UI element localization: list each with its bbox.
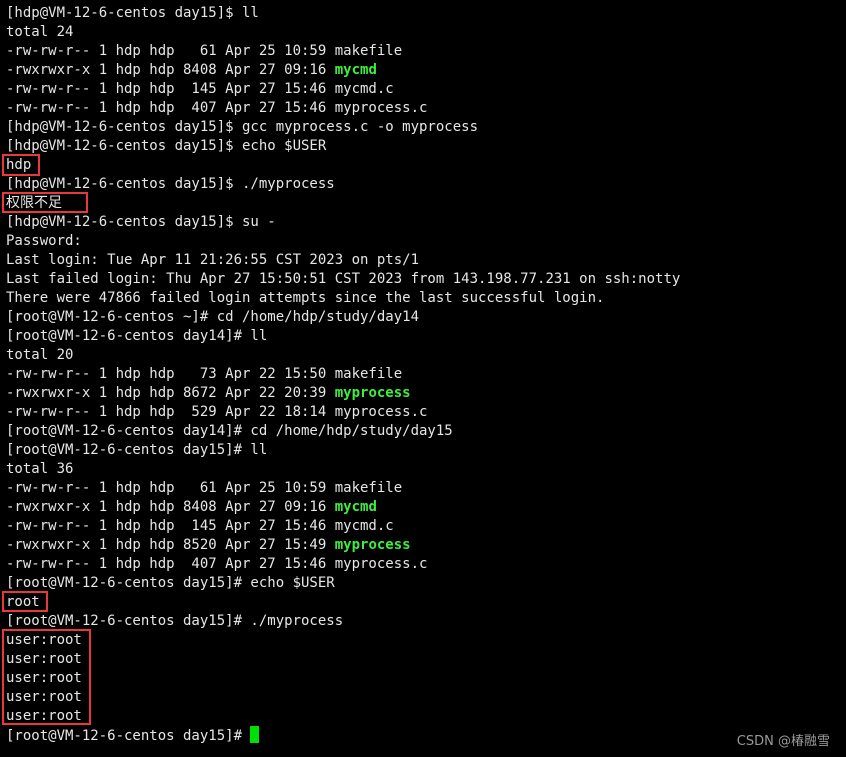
line-text: -rw-rw-r-- 1 hdp hdp 61 Apr 25 10:59 mak… [6,43,403,59]
line-text: total 36 [6,461,74,477]
line-text: [hdp@VM-12-6-centos day15]$ gcc myproces… [6,119,479,135]
terminal-line: hdp [6,156,680,175]
terminal-line: [root@VM-12-6-centos day15]# [6,726,680,745]
terminal-line: [root@VM-12-6-centos day15]# ll [6,441,680,460]
terminal-window[interactable]: [hdp@VM-12-6-centos day15]$ ll total 24 -r… [0,0,846,757]
line-text: [root@VM-12-6-centos day15]# ll [6,442,268,458]
terminal-line: total 24 [6,23,680,42]
line-text: [root@VM-12-6-centos day15]# [6,728,251,744]
terminal-line: -rw-rw-r-- 1 hdp hdp 407 Apr 27 15:46 my… [6,99,680,118]
terminal-line: user:root [6,631,680,650]
line-text: Password: [6,233,82,249]
terminal-line: -rw-rw-r-- 1 hdp hdp 73 Apr 22 15:50 mak… [6,365,680,384]
line-text: -rwxrwxr-x 1 hdp hdp 8520 Apr 27 15:49 [6,537,335,553]
line-text: -rw-rw-r-- 1 hdp hdp 407 Apr 27 15:46 my… [6,100,428,116]
terminal-line: -rw-rw-r-- 1 hdp hdp 145 Apr 27 15:46 my… [6,517,680,536]
terminal-line: user:root [6,688,680,707]
line-text: -rw-rw-r-- 1 hdp hdp 145 Apr 27 15:46 my… [6,81,394,97]
terminal-line: Password: [6,232,680,251]
terminal-line: user:root [6,707,680,726]
terminal-line: 权限不足 [6,194,680,213]
terminal-line: total 36 [6,460,680,479]
terminal-line: user:root [6,650,680,669]
terminal-line: [hdp@VM-12-6-centos day15]$ su - [6,213,680,232]
terminal-line: Last failed login: Thu Apr 27 15:50:51 C… [6,270,680,289]
line-text: Last failed login: Thu Apr 27 15:50:51 C… [6,271,681,287]
line-text: [root@VM-12-6-centos day14]# ll [6,328,268,344]
terminal-line: user:root [6,669,680,688]
terminal-line: [root@VM-12-6-centos day14]# ll [6,327,680,346]
terminal-line: -rwxrwxr-x 1 hdp hdp 8520 Apr 27 15:49 m… [6,536,680,555]
line-text: -rw-rw-r-- 1 hdp hdp 529 Apr 22 18:14 my… [6,404,428,420]
line-text: [hdp@VM-12-6-centos day15]$ ./myprocess [6,176,335,192]
terminal-line: [hdp@VM-12-6-centos day15]$ ll [6,4,680,23]
line-text: [root@VM-12-6-centos day15]# echo $USER [6,575,335,591]
watermark: CSDN @椿融雪 [736,734,830,749]
line-text: [hdp@VM-12-6-centos day15]$ echo $USER [6,138,327,154]
terminal-output: [hdp@VM-12-6-centos day15]$ ll total 24 -r… [6,4,680,745]
line-text: -rw-rw-r-- 1 hdp hdp 61 Apr 25 10:59 mak… [6,480,403,496]
line-text: [root@VM-12-6-centos day14]# cd /home/hd… [6,423,453,439]
terminal-line: -rwxrwxr-x 1 hdp hdp 8408 Apr 27 09:16 m… [6,498,680,517]
terminal-line: [hdp@VM-12-6-centos day15]$ ./myprocess [6,175,680,194]
terminal-cursor[interactable] [250,726,260,743]
terminal-line: -rw-rw-r-- 1 hdp hdp 61 Apr 25 10:59 mak… [6,42,680,61]
terminal-line: [root@VM-12-6-centos day14]# cd /home/hd… [6,422,680,441]
terminal-line: root [6,593,680,612]
line-text: -rw-rw-r-- 1 hdp hdp 73 Apr 22 15:50 mak… [6,366,403,382]
terminal-line: -rwxrwxr-x 1 hdp hdp 8672 Apr 22 20:39 m… [6,384,680,403]
line-text: -rw-rw-r-- 1 hdp hdp 145 Apr 27 15:46 my… [6,518,394,534]
executable-filename: myprocess [334,385,411,401]
terminal-line: -rw-rw-r-- 1 hdp hdp 145 Apr 27 15:46 my… [6,80,680,99]
terminal-line: [root@VM-12-6-centos day15]# ./myprocess [6,612,680,631]
line-text: [hdp@VM-12-6-centos day15]$ su - [6,214,276,230]
terminal-line: Last login: Tue Apr 11 21:26:55 CST 2023… [6,251,680,270]
line-text: total 20 [6,347,74,363]
line-text: There were 47866 failed login attempts s… [6,290,605,306]
terminal-line: total 20 [6,346,680,365]
executable-filename: mycmd [334,499,377,515]
terminal-line: [hdp@VM-12-6-centos day15]$ gcc myproces… [6,118,680,137]
line-text: Last login: Tue Apr 11 21:26:55 CST 2023… [6,252,420,268]
executable-filename: myprocess [334,537,411,553]
terminal-line: [hdp@VM-12-6-centos day15]$ echo $USER [6,137,680,156]
line-text: total 24 [6,24,74,40]
line-text: -rwxrwxr-x 1 hdp hdp 8672 Apr 22 20:39 [6,385,335,401]
line-text: -rw-rw-r-- 1 hdp hdp 407 Apr 27 15:46 my… [6,556,428,572]
annotation-box-hdp [2,154,40,176]
terminal-line: There were 47866 failed login attempts s… [6,289,680,308]
line-text: -rwxrwxr-x 1 hdp hdp 8408 Apr 27 09:16 [6,62,335,78]
annotation-box-permission [2,192,88,213]
annotation-box-user-root [2,629,91,725]
terminal-line: -rwxrwxr-x 1 hdp hdp 8408 Apr 27 09:16 m… [6,61,680,80]
annotation-box-root [2,591,48,612]
executable-filename: mycmd [334,62,377,78]
line-text: [root@VM-12-6-centos day15]# ./myprocess [6,613,344,629]
terminal-line: [root@VM-12-6-centos ~]# cd /home/hdp/st… [6,308,680,327]
terminal-line: -rw-rw-r-- 1 hdp hdp 529 Apr 22 18:14 my… [6,403,680,422]
line-text: -rwxrwxr-x 1 hdp hdp 8408 Apr 27 09:16 [6,499,335,515]
line-text: [hdp@VM-12-6-centos day15]$ ll [6,5,259,21]
terminal-line: -rw-rw-r-- 1 hdp hdp 407 Apr 27 15:46 my… [6,555,680,574]
line-text: [root@VM-12-6-centos ~]# cd /home/hdp/st… [6,309,420,325]
terminal-line: -rw-rw-r-- 1 hdp hdp 61 Apr 25 10:59 mak… [6,479,680,498]
terminal-line: [root@VM-12-6-centos day15]# echo $USER [6,574,680,593]
